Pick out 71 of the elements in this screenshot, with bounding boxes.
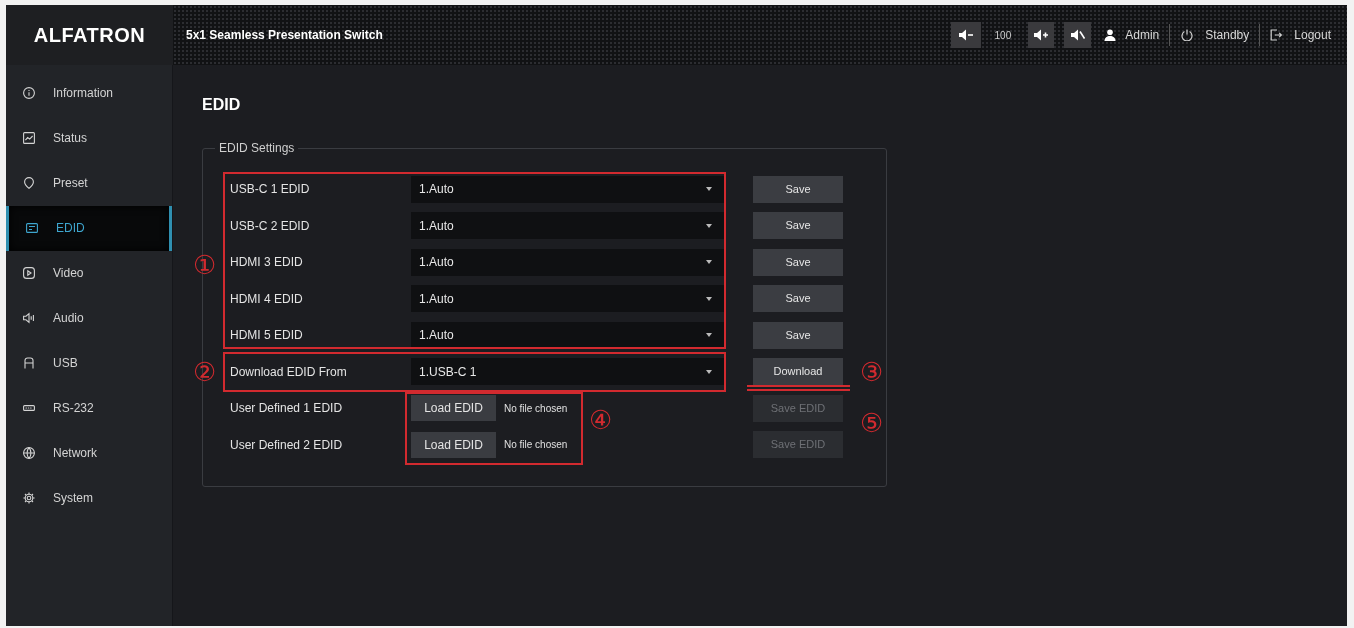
volume-down-icon [958, 29, 973, 41]
speaker-icon [23, 312, 35, 324]
plug-icon [23, 357, 35, 369]
standby-link[interactable]: Standby [1181, 26, 1250, 44]
dropdown[interactable]: 1.Auto [411, 212, 724, 239]
pin-icon [23, 177, 35, 189]
caret-icon [706, 187, 712, 191]
caret-icon [706, 333, 712, 337]
field-label: HDMI 4 EDID [230, 290, 304, 308]
app-title: 5x1 Seamless Presentation Switch [186, 27, 383, 44]
dropdown[interactable]: 1.USB-C 1 [411, 358, 724, 385]
volume-down-button[interactable] [950, 22, 981, 48]
action-button[interactable]: Save [753, 212, 843, 239]
action-button[interactable]: Download [753, 358, 843, 385]
logout-icon [1270, 29, 1283, 41]
gear-icon [23, 492, 35, 504]
nav-item[interactable]: Network [6, 430, 172, 476]
load-button[interactable]: Load EDID [411, 395, 496, 421]
mute-icon [1070, 29, 1085, 41]
field-label: USB-C 1 EDID [230, 181, 311, 198]
play-icon [23, 267, 35, 279]
nav-item[interactable]: Preset [6, 160, 172, 206]
globe-icon [23, 447, 35, 459]
nav-item[interactable]: System [6, 475, 172, 521]
field-label: Download EDID From [230, 363, 348, 381]
callout-number: ④ [589, 407, 613, 432]
page-title: EDID [202, 95, 242, 115]
callout-number: ② [193, 359, 217, 384]
caret-icon [706, 369, 712, 374]
field-label: User Defined 1 EDID [230, 400, 344, 417]
caret-icon [706, 296, 712, 301]
port-icon [23, 402, 35, 414]
action-button[interactable]: Save [753, 285, 843, 312]
field-label: HDMI 3 EDID [230, 254, 304, 271]
user-icon [1104, 29, 1117, 41]
field-label: USB-C 2 EDID [230, 217, 311, 235]
screen-icon [26, 222, 38, 234]
mute-button[interactable] [1064, 22, 1092, 48]
user-menu[interactable]: Admin [1104, 26, 1160, 44]
nav-item[interactable]: Status [6, 115, 172, 161]
caret-icon [706, 223, 712, 228]
nav-item[interactable]: RS-232 [6, 385, 172, 431]
nav-item[interactable]: Information [6, 70, 172, 116]
load-button[interactable]: Load EDID [411, 431, 496, 458]
info-icon [23, 87, 35, 99]
dropdown[interactable]: 1.Auto [411, 175, 724, 203]
dropdown[interactable]: 1.Auto [411, 321, 724, 349]
nav-item[interactable]: EDID [6, 205, 172, 251]
volume-level-text: 100 [994, 28, 1012, 43]
field-label: User Defined 2 EDID [230, 436, 344, 454]
logout-link[interactable]: Logout [1270, 26, 1331, 44]
file-status-text: No file chosen [504, 401, 568, 416]
callout-number: ⑤ [860, 410, 884, 435]
dropdown[interactable]: 1.Auto [411, 285, 724, 312]
field-label: HDMI 5 EDID [230, 327, 304, 344]
nav-item[interactable]: USB [6, 340, 172, 386]
chart-icon [23, 132, 35, 144]
nav-item[interactable]: Audio [6, 295, 172, 341]
action-button[interactable]: Save [753, 321, 843, 349]
callout-number: ③ [860, 359, 884, 384]
logo: ALFATRON [33, 25, 146, 45]
volume-up-button[interactable] [1028, 22, 1055, 48]
power-icon [1181, 29, 1194, 41]
callout-number: ① [193, 252, 217, 277]
nav-item[interactable]: Video [6, 250, 172, 296]
caret-icon [706, 260, 712, 264]
action-button[interactable]: Save [753, 248, 843, 276]
volume-up-icon [1034, 29, 1049, 41]
file-status-text: No file chosen [504, 438, 568, 452]
action-button[interactable]: Save [753, 175, 843, 203]
dropdown[interactable]: 1.Auto [411, 248, 724, 276]
